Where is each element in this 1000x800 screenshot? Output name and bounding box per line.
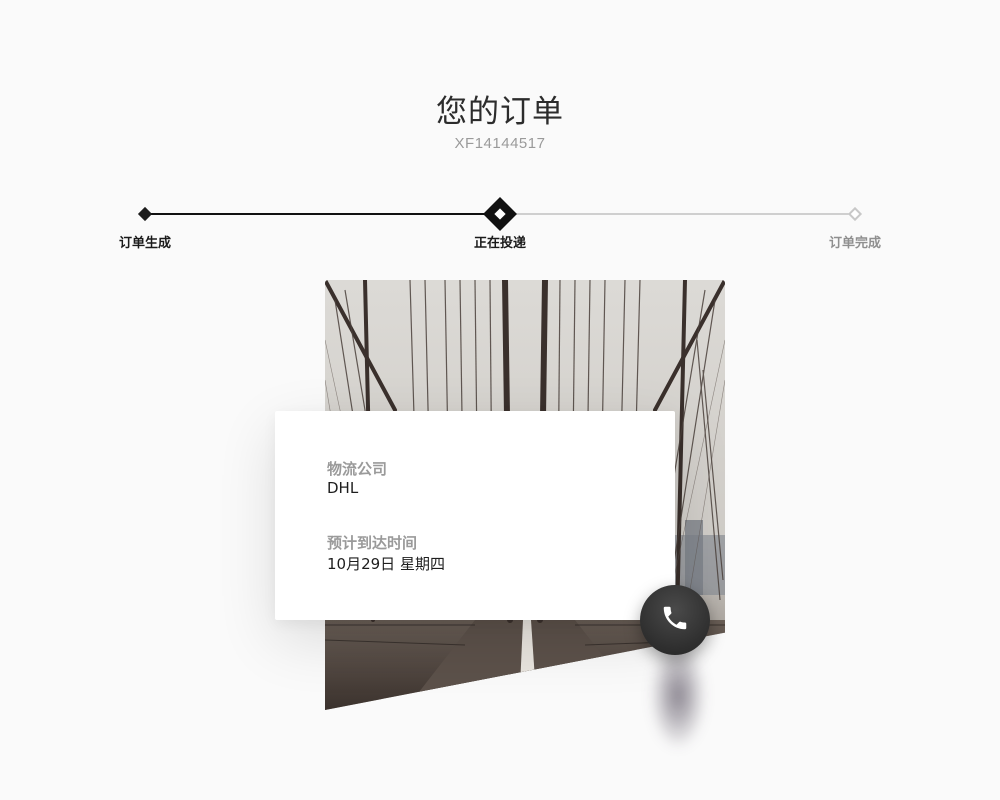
carrier-value: DHL	[327, 479, 359, 497]
step-delivering-label: 正在投递	[473, 236, 526, 251]
progress-line-completed	[145, 213, 500, 215]
progress-tracker: 订单生成 正在投递 订单完成	[0, 0, 1000, 260]
carrier-label: 物流公司	[327, 460, 388, 478]
eta-value: 10月29日 星期四	[327, 555, 445, 573]
order-tracking-page: 您的订单 XF14144517 订单生成 正在投递 订单完成 物流公司 DHL …	[0, 0, 1000, 800]
step-created-label: 订单生成	[118, 236, 171, 251]
call-button-shadow	[650, 640, 706, 750]
step-completed-diamond-icon	[847, 206, 863, 222]
call-button[interactable]	[640, 585, 710, 655]
phone-icon	[660, 603, 690, 637]
eta-label: 预计到达时间	[327, 534, 418, 552]
step-delivering-diamond-icon	[483, 197, 517, 231]
step-created-diamond-icon	[137, 206, 153, 222]
shipment-info-card: 物流公司 DHL 预计到达时间 10月29日 星期四	[275, 411, 675, 620]
progress-line-remaining	[500, 213, 855, 215]
step-completed-label: 订单完成	[828, 236, 881, 251]
